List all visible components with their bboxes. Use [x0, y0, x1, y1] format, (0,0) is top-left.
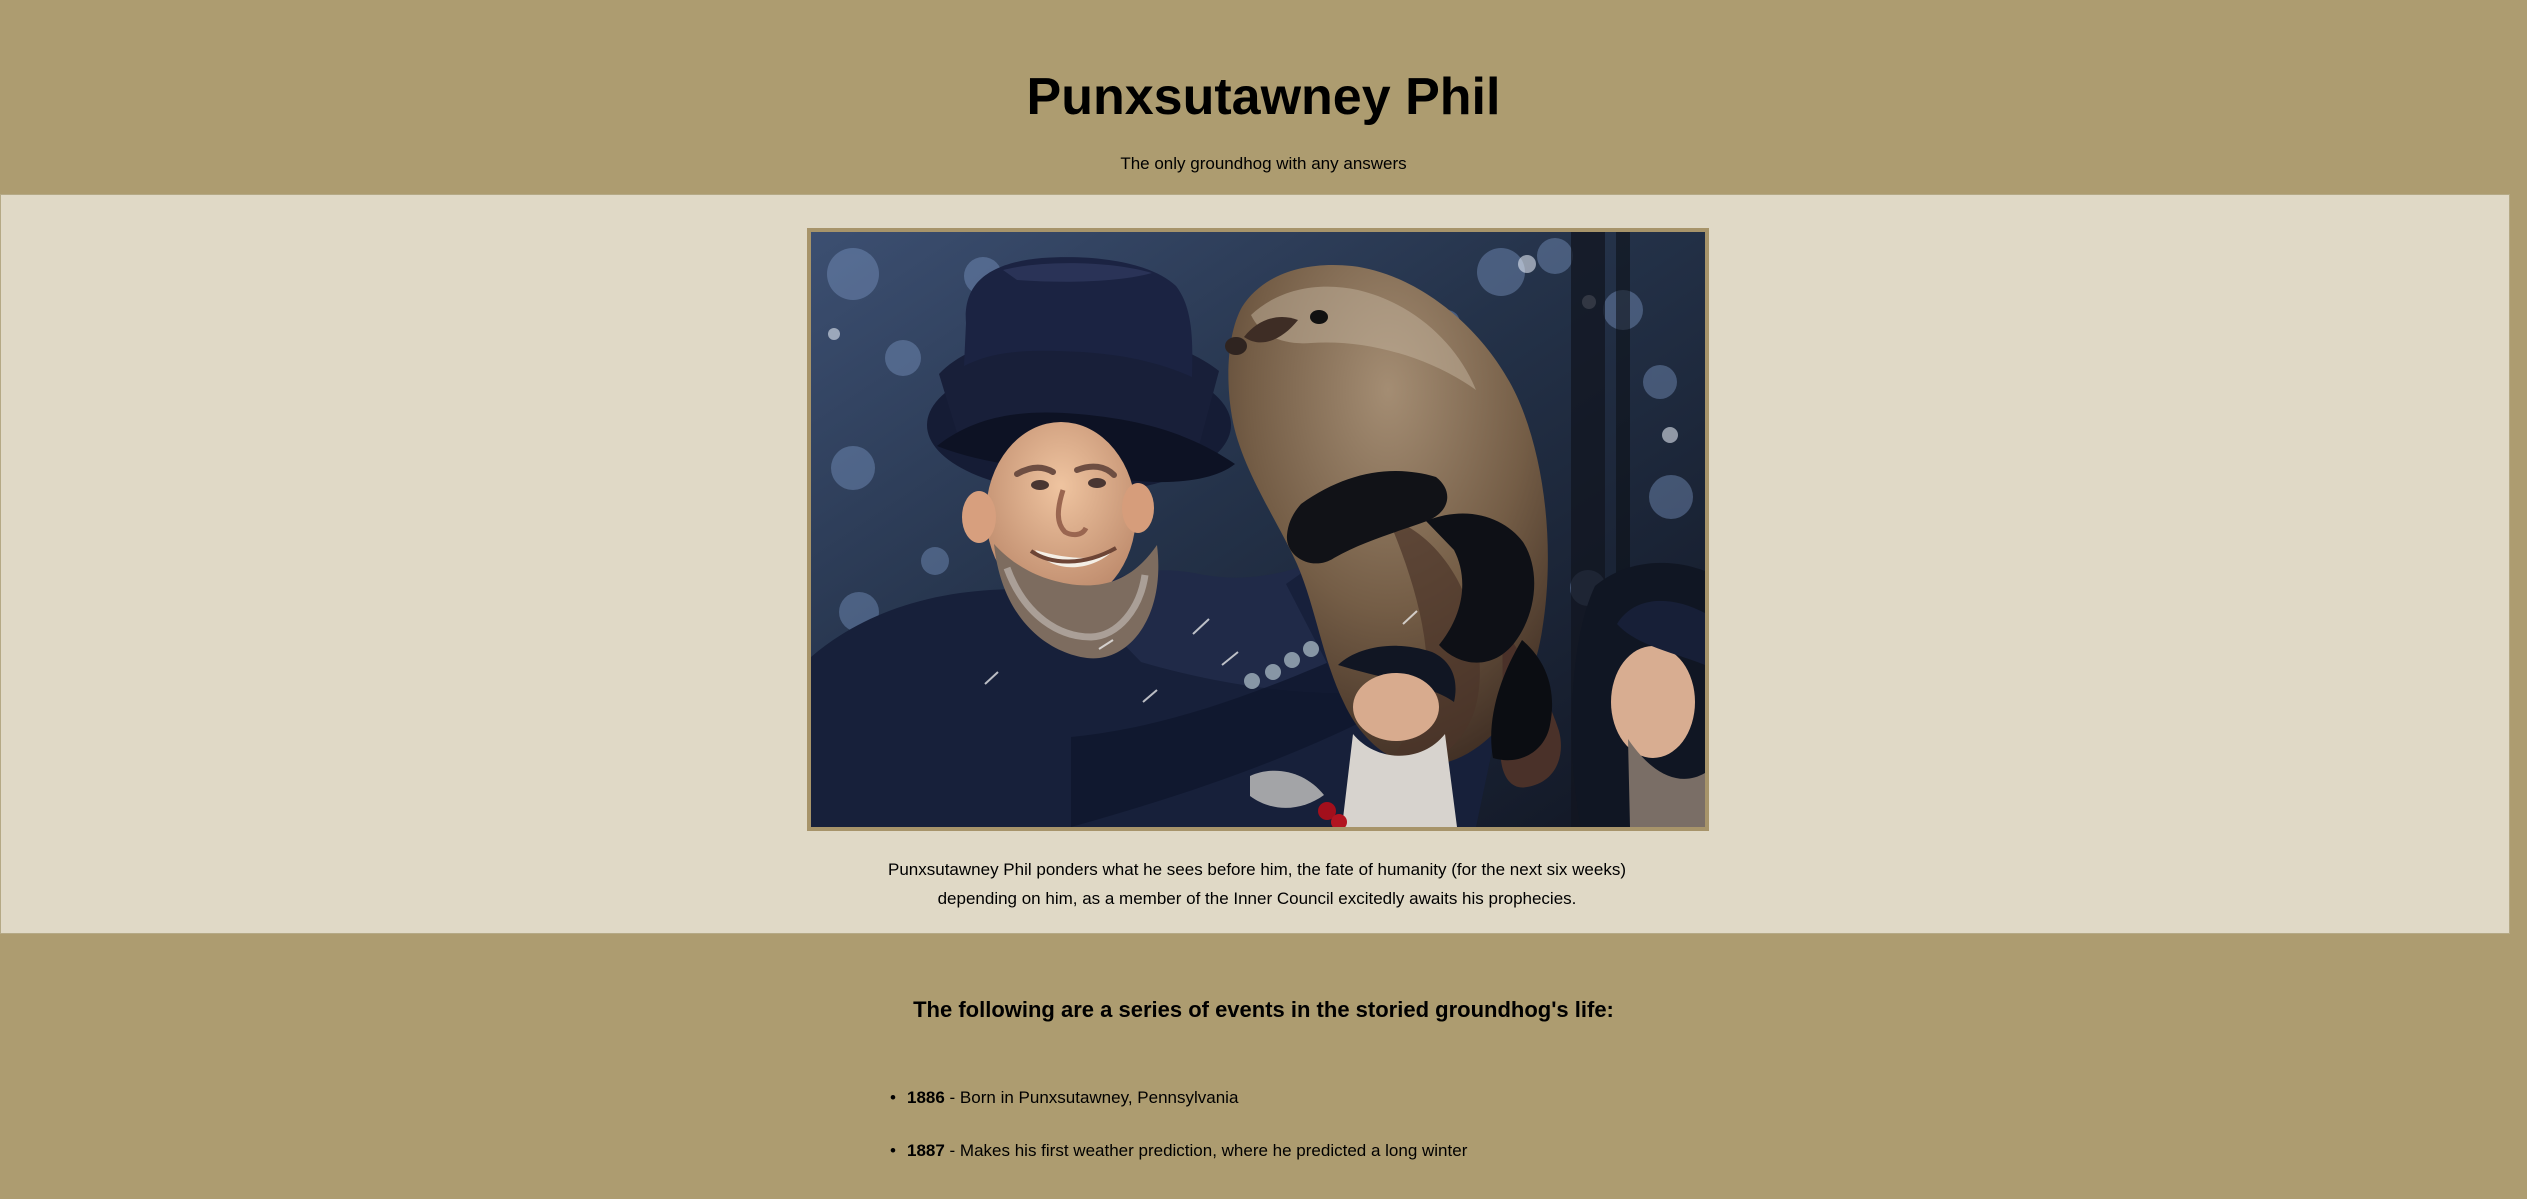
- photo-caption: Punxsutawney Phil ponders what he sees b…: [888, 860, 1626, 908]
- hero-section: Punxsutawney Phil ponders what he sees b…: [0, 194, 2510, 934]
- page-title: Punxsutawney Phil: [1026, 68, 1501, 126]
- list-item: 1886 - Born in Punxsutawney, Pennsylvani…: [890, 1085, 1467, 1138]
- timeline-heading: The following are a series of events in …: [913, 997, 1614, 1022]
- event-year: 1887: [907, 1141, 945, 1160]
- event-description: - Born in Punxsutawney, Pennsylvania: [944, 1088, 1239, 1107]
- event-description: - Makes his first weather prediction, wh…: [944, 1141, 1468, 1160]
- page-header: Punxsutawney Phil The only groundhog wit…: [0, 0, 2527, 195]
- events-list: 1886 - Born in Punxsutawney, Pennsylvani…: [890, 1085, 1467, 1191]
- list-item: 1887 - Makes his first weather predictio…: [890, 1138, 1467, 1191]
- event-year: 1886: [907, 1088, 945, 1107]
- groundhog-photo: [807, 228, 1709, 831]
- page-subtitle: The only groundhog with any answers: [1120, 154, 1407, 173]
